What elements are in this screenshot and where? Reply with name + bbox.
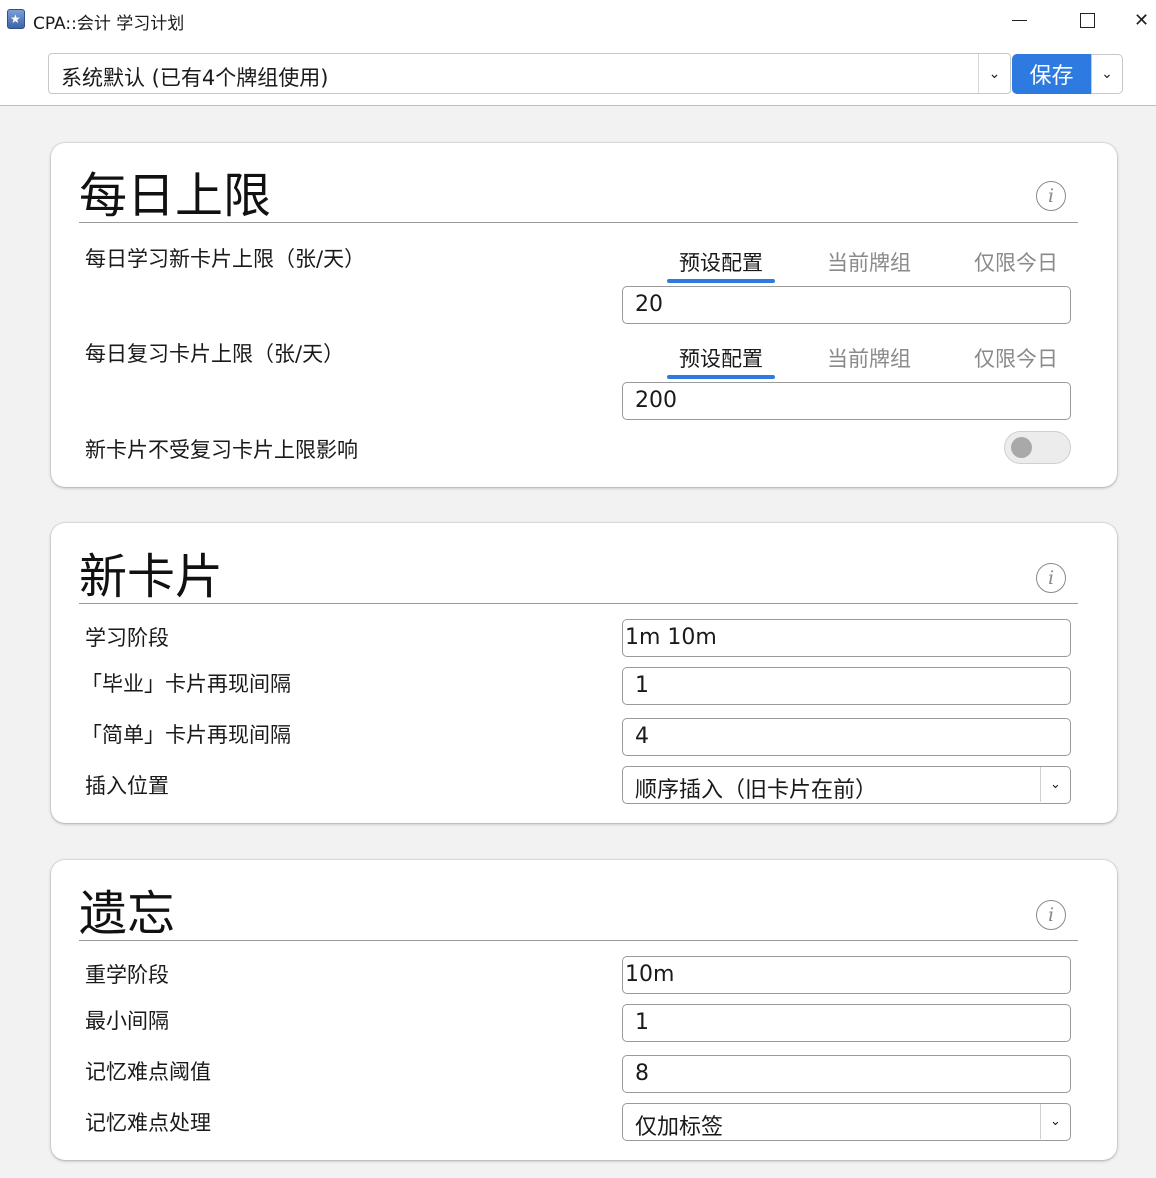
tab-deck[interactable]: 当前牌组 [816, 343, 922, 373]
info-icon[interactable]: i [1036, 900, 1066, 930]
insertion-order-select[interactable]: 顺序插入（旧卡片在前） ⌄ [622, 766, 1071, 804]
easy-interval-input[interactable]: 4 [622, 718, 1071, 756]
review-limit-label: 每日复习卡片上限（张/天） [85, 342, 345, 366]
graduating-interval-input[interactable]: 1 [622, 667, 1071, 705]
easy-interval-label: 「简单」卡片再现间隔 [81, 723, 291, 747]
learning-steps-value: 1m 10m [625, 625, 717, 650]
app-icon [7, 9, 25, 29]
graduating-interval-value: 1 [635, 673, 649, 698]
section-divider [79, 603, 1078, 604]
preset-select-value: 系统默认 (已有4个牌组使用) [61, 66, 329, 90]
preset-bar: 系统默认 (已有4个牌组使用) ⌄ 保存 ⌄ [0, 40, 1156, 106]
section-title: 新卡片 [79, 549, 224, 605]
maximize-button[interactable] [1064, 0, 1110, 40]
chevron-down-icon: ⌄ [1101, 66, 1113, 82]
close-button[interactable]: ✕ [1134, 0, 1156, 40]
window-title: CPA::会计 学习计划 [33, 14, 185, 34]
lapses-card: 遗忘 i 重学阶段 10m 最小间隔 1 记忆难点阈值 8 记忆难点处理 仅加标… [51, 860, 1117, 1160]
leech-action-label: 记忆难点处理 [85, 1111, 211, 1135]
tab-today[interactable]: 仅限今日 [963, 247, 1069, 277]
minimum-interval-input[interactable]: 1 [622, 1004, 1071, 1042]
tab-preset[interactable]: 预设配置 [667, 343, 775, 373]
leech-action-value: 仅加标签 [635, 1115, 724, 1140]
tab-active-indicator [667, 375, 775, 379]
save-options-button[interactable]: ⌄ [1091, 54, 1123, 94]
learning-steps-input[interactable]: 1m 10m [622, 619, 1071, 657]
section-title: 每日上限 [79, 168, 272, 224]
section-title: 遗忘 [79, 886, 176, 942]
new-ignore-review-toggle[interactable] [1004, 431, 1071, 464]
minimize-button[interactable] [996, 0, 1042, 40]
tab-active-indicator [667, 279, 775, 283]
minimum-interval-label: 最小间隔 [85, 1009, 169, 1033]
section-divider [79, 222, 1078, 223]
new-limit-value: 20 [635, 292, 663, 317]
chevron-down-icon: ⌄ [1040, 767, 1070, 802]
learning-steps-label: 学习阶段 [85, 626, 169, 650]
new-limit-input[interactable]: 20 [622, 286, 1071, 324]
review-limit-input[interactable]: 200 [622, 382, 1071, 420]
relearning-steps-label: 重学阶段 [85, 963, 169, 987]
leech-threshold-input[interactable]: 8 [622, 1055, 1071, 1093]
preset-select[interactable]: 系统默认 (已有4个牌组使用) ⌄ [48, 53, 1011, 94]
review-limit-value: 200 [635, 388, 677, 413]
easy-interval-value: 4 [635, 724, 649, 749]
chevron-down-icon[interactable]: ⌄ [978, 54, 1010, 93]
new-limit-label: 每日学习新卡片上限（张/天） [85, 247, 366, 271]
minimize-icon [1011, 19, 1027, 21]
new-ignore-review-label: 新卡片不受复习卡片上限影响 [85, 438, 358, 462]
relearning-steps-value: 10m [625, 962, 675, 987]
insertion-order-value: 顺序插入（旧卡片在前） [635, 778, 878, 803]
graduating-interval-label: 「毕业」卡片再现间隔 [81, 672, 291, 696]
info-icon[interactable]: i [1036, 563, 1066, 593]
minimum-interval-value: 1 [635, 1010, 649, 1035]
daily-limits-card: 每日上限 i 每日学习新卡片上限（张/天） 预设配置 当前牌组 仅限今日 20 … [51, 143, 1117, 487]
tab-deck[interactable]: 当前牌组 [816, 247, 922, 277]
relearning-steps-input[interactable]: 10m [622, 956, 1071, 994]
leech-threshold-value: 8 [635, 1061, 649, 1086]
leech-action-select[interactable]: 仅加标签 ⌄ [622, 1103, 1071, 1141]
leech-threshold-label: 记忆难点阈值 [85, 1060, 211, 1084]
section-divider [79, 940, 1078, 941]
new-cards-card: 新卡片 i 学习阶段 1m 10m 「毕业」卡片再现间隔 1 「简单」卡片再现间… [51, 523, 1117, 823]
save-button[interactable]: 保存 [1012, 54, 1091, 94]
close-icon: ✕ [1134, 9, 1150, 31]
tab-today[interactable]: 仅限今日 [963, 343, 1069, 373]
info-icon[interactable]: i [1036, 181, 1066, 211]
chevron-down-icon: ⌄ [1040, 1104, 1070, 1139]
maximize-icon [1079, 12, 1095, 28]
title-bar: CPA::会计 学习计划 ✕ [0, 0, 1156, 40]
tab-preset[interactable]: 预设配置 [667, 247, 775, 277]
insertion-order-label: 插入位置 [85, 774, 169, 798]
toggle-knob [1011, 437, 1032, 458]
